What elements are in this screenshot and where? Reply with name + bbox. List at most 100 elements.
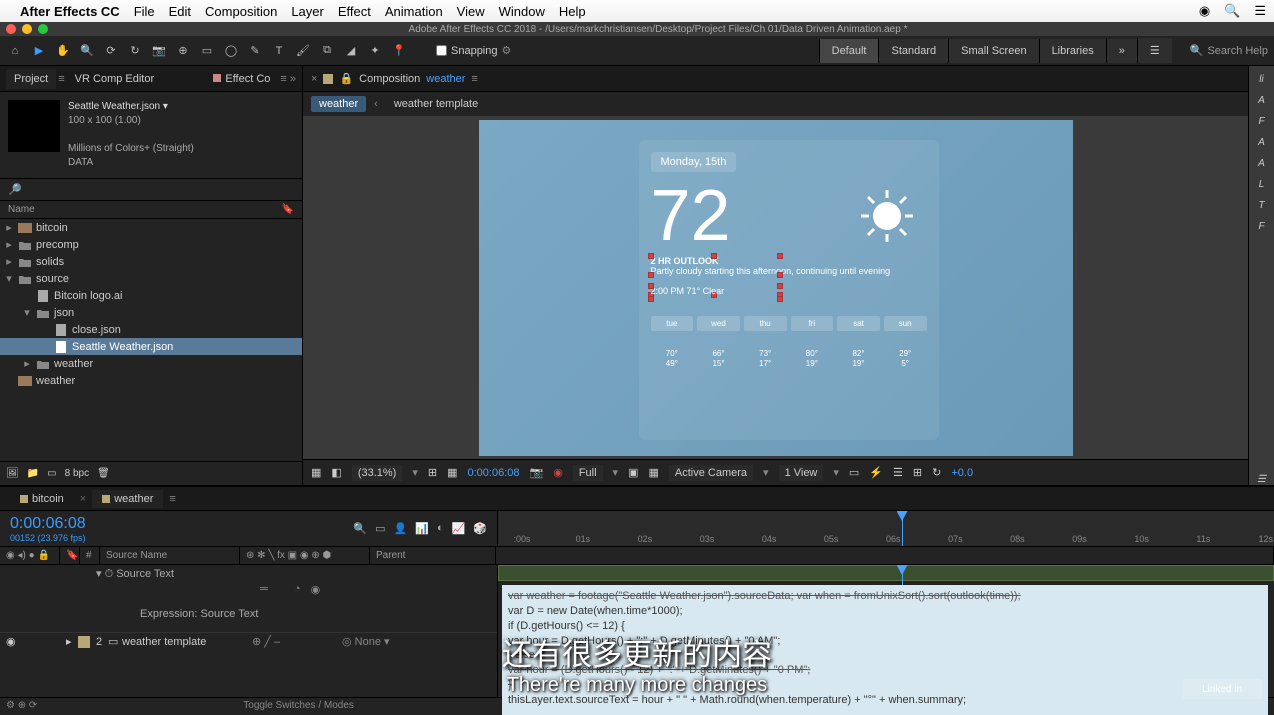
- timecode-display[interactable]: 0:00:06:08: [468, 467, 520, 479]
- trash-icon[interactable]: 🗑: [97, 468, 110, 479]
- tree-item-close-json[interactable]: close.json: [0, 321, 302, 338]
- menu-layer[interactable]: Layer: [291, 4, 324, 19]
- spotlight-icon[interactable]: 🔍: [1224, 3, 1240, 19]
- clone-tool-icon[interactable]: ⧉: [318, 42, 336, 60]
- timeline-options-icon[interactable]: ⚙ ⊕ ⟳: [0, 700, 43, 711]
- eraser-tool-icon[interactable]: ◢: [342, 42, 360, 60]
- hand-tool-icon[interactable]: ✋: [54, 42, 72, 60]
- snapshot-icon[interactable]: 📷: [530, 466, 544, 479]
- snapping-checkbox[interactable]: [436, 45, 447, 56]
- expr-graph-icon[interactable]: ◔: [294, 583, 301, 596]
- toggle-switches[interactable]: Toggle Switches / Modes: [243, 700, 354, 711]
- col-type-icon[interactable]: 🔖: [282, 204, 294, 215]
- panel-tab-a2[interactable]: A: [1258, 137, 1265, 148]
- menu-window[interactable]: Window: [499, 4, 545, 19]
- tree-item-weather-comp[interactable]: weather: [0, 372, 302, 389]
- new-folder-icon[interactable]: 📁: [27, 468, 39, 479]
- transparency-icon[interactable]: ▦: [648, 466, 658, 479]
- puppet-tool-icon[interactable]: 📍: [390, 42, 408, 60]
- composition-viewer[interactable]: Monday, 15th 72 2 HR OUTLOOK Partly clou…: [303, 116, 1248, 459]
- panel-tab-f2[interactable]: F: [1258, 221, 1264, 232]
- rect-tool-icon[interactable]: ▭: [198, 42, 216, 60]
- comp-mini-icon[interactable]: ▭: [375, 522, 385, 535]
- ellipse-tool-icon[interactable]: ◯: [222, 42, 240, 60]
- tree-item-seattle-weather[interactable]: Seattle Weather.json: [0, 338, 302, 355]
- snapping-toggle[interactable]: Snapping ⚙: [436, 44, 511, 57]
- zoom-tool-icon[interactable]: 🔍: [78, 42, 96, 60]
- panel-menu-icon[interactable]: ☰: [1257, 474, 1266, 485]
- playhead[interactable]: [902, 511, 903, 546]
- home-icon[interactable]: ⌂: [6, 42, 24, 60]
- col-name[interactable]: Name: [8, 204, 35, 215]
- comp-name[interactable]: weather: [426, 73, 465, 85]
- asset-name[interactable]: Seattle Weather.json ▾: [68, 100, 194, 114]
- frame-blend-icon[interactable]: 📊: [415, 522, 429, 535]
- workspace-default[interactable]: Default: [819, 39, 879, 63]
- tree-item-json-folder[interactable]: ▾json: [0, 304, 302, 321]
- tree-item-precomp[interactable]: ▸precomp: [0, 236, 302, 253]
- menu-help[interactable]: Help: [559, 4, 586, 19]
- col-parent[interactable]: Parent: [370, 547, 496, 564]
- flowchart-icon[interactable]: ⊞: [913, 466, 922, 479]
- workspace-standard[interactable]: Standard: [878, 39, 948, 63]
- current-timecode[interactable]: 0:00:06:08: [10, 515, 86, 533]
- tree-item-bitcoin-comp[interactable]: ▸bitcoin: [0, 219, 302, 236]
- cc-icon[interactable]: ◉: [1199, 3, 1210, 19]
- panel-tab-f1[interactable]: F: [1258, 116, 1264, 127]
- project-tree[interactable]: ▸bitcoin ▸precomp ▸solids ▾source Bitcoi…: [0, 219, 302, 461]
- orbit-tool-icon[interactable]: ⟳: [102, 42, 120, 60]
- tree-item-bitcoin-logo[interactable]: Bitcoin logo.ai: [0, 287, 302, 304]
- snapping-options-icon[interactable]: ⚙: [502, 44, 512, 57]
- text-tool-icon[interactable]: T: [270, 42, 288, 60]
- workspace-menu-icon[interactable]: ☰: [1137, 38, 1172, 63]
- breadcrumb-weather[interactable]: weather: [311, 96, 366, 112]
- menu-file[interactable]: File: [134, 4, 155, 19]
- expr-pickwhip-icon[interactable]: ◉: [311, 583, 321, 596]
- anchor-tool-icon[interactable]: ⊕: [174, 42, 192, 60]
- camera-tool-icon[interactable]: 📷: [150, 42, 168, 60]
- panel-tab-a3[interactable]: A: [1258, 158, 1265, 169]
- reset-exposure-icon[interactable]: ↻: [932, 466, 941, 479]
- menu-edit[interactable]: Edit: [169, 4, 191, 19]
- tree-item-source[interactable]: ▾source: [0, 270, 302, 287]
- bpc-label[interactable]: 8 bpc: [65, 468, 89, 479]
- menu-icon[interactable]: ☰: [1254, 3, 1266, 19]
- menu-effect[interactable]: Effect: [338, 4, 371, 19]
- timeline-tracks[interactable]: var weather = footage("Seattle Weather.j…: [498, 565, 1274, 697]
- pixel-aspect-icon[interactable]: ▭: [849, 466, 859, 479]
- pen-tool-icon[interactable]: ✎: [246, 42, 264, 60]
- timeline-tab-weather[interactable]: weather: [92, 490, 163, 508]
- tree-item-weather-folder[interactable]: ▸weather: [0, 355, 302, 372]
- panel-tab-t[interactable]: T: [1258, 200, 1264, 211]
- zoom-dropdown[interactable]: (33.1%): [352, 465, 403, 481]
- project-search-input[interactable]: [22, 184, 294, 196]
- motion-blur-icon[interactable]: ◐: [437, 522, 444, 535]
- timeline-layers[interactable]: ▾ ⏱ Source Text ═ ◔◉ Expression: Source …: [0, 565, 498, 697]
- workspace-more-icon[interactable]: »: [1106, 39, 1137, 63]
- prop-source-text[interactable]: Source Text: [116, 568, 174, 580]
- selection-tool-icon[interactable]: ▶: [30, 42, 48, 60]
- panel-tab-a1[interactable]: A: [1258, 95, 1265, 106]
- brush-tool-icon[interactable]: 🖌: [294, 42, 312, 60]
- breadcrumb-weather-template[interactable]: weather template: [386, 96, 486, 112]
- workspace-small[interactable]: Small Screen: [948, 39, 1038, 63]
- channel-icon[interactable]: ◉: [553, 466, 563, 479]
- menu-view[interactable]: View: [457, 4, 485, 19]
- project-search[interactable]: 🔎: [0, 178, 302, 201]
- resolution-dropdown[interactable]: Full: [573, 465, 603, 481]
- new-comp-icon[interactable]: ▭: [47, 468, 56, 479]
- graph-editor-icon[interactable]: 📈: [452, 522, 466, 535]
- alpha-icon[interactable]: ▦: [311, 466, 321, 479]
- search-layers-icon[interactable]: 🔍: [353, 522, 367, 535]
- roto-tool-icon[interactable]: ✦: [366, 42, 384, 60]
- shy-icon[interactable]: 👤: [394, 522, 408, 535]
- timeline-tab-bitcoin[interactable]: bitcoin: [10, 490, 74, 508]
- workspace-libraries[interactable]: Libraries: [1039, 39, 1106, 63]
- panel-tab-l[interactable]: L: [1259, 179, 1265, 190]
- app-name[interactable]: After Effects CC: [20, 4, 120, 19]
- menu-composition[interactable]: Composition: [205, 4, 277, 19]
- layer-weather-template[interactable]: ◉ ▸ 2 ▭ weather template ⊕ ╱ – ◎ None ▾: [0, 632, 497, 650]
- mask-icon[interactable]: ◧: [331, 466, 341, 479]
- layer-bar[interactable]: [498, 565, 1274, 581]
- exposure-value[interactable]: +0.0: [951, 467, 973, 479]
